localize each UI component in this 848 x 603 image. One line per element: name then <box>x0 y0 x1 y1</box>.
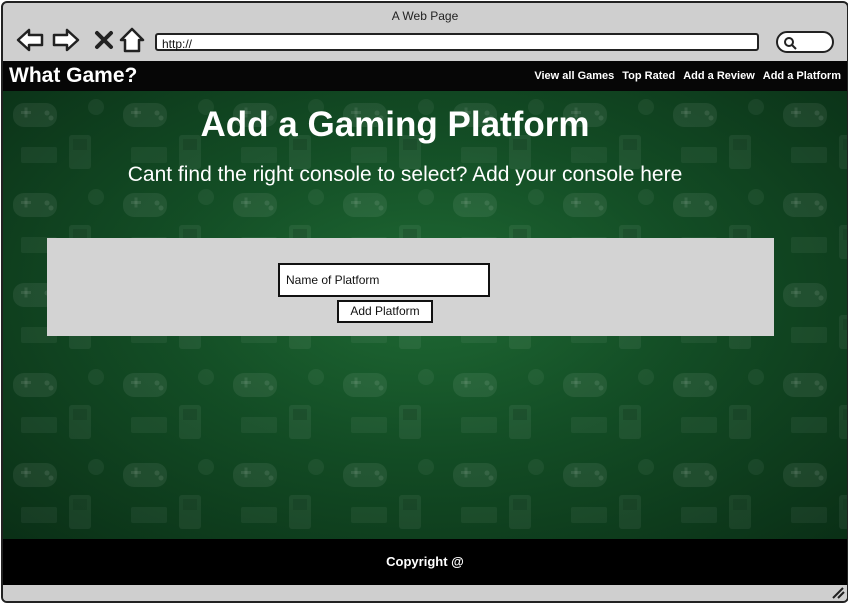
browser-window: A Web Page http:// What Game? View all G… <box>1 1 848 603</box>
copyright-text: Copyright @ <box>386 554 464 569</box>
forward-arrow-icon[interactable] <box>51 25 81 55</box>
resize-grip-icon[interactable] <box>831 587 845 599</box>
close-x-icon[interactable] <box>89 25 119 55</box>
nav-link-view-all-games[interactable]: View all Games <box>534 70 614 82</box>
platform-name-input[interactable]: Name of Platform <box>278 263 490 297</box>
page-subtitle: Cant find the right console to select? A… <box>127 163 683 186</box>
hero-background: Add a Gaming Platform Cant find the righ… <box>3 91 847 539</box>
back-arrow-icon[interactable] <box>15 25 45 55</box>
nav-link-add-platform[interactable]: Add a Platform <box>763 70 841 82</box>
nav-link-top-rated[interactable]: Top Rated <box>622 70 675 82</box>
nav-links: View all Games Top Rated Add a Review Ad… <box>534 61 841 91</box>
add-platform-button[interactable]: Add Platform <box>337 300 433 323</box>
nav-link-add-review[interactable]: Add a Review <box>683 70 755 82</box>
window-bottom-bar <box>3 585 847 601</box>
url-field[interactable]: http:// <box>155 33 759 51</box>
site-footer: Copyright @ <box>3 539 847 585</box>
site-navbar: What Game? View all Games Top Rated Add … <box>3 61 847 91</box>
search-icon <box>784 37 797 50</box>
site-brand[interactable]: What Game? <box>9 61 137 91</box>
search-field[interactable] <box>776 31 834 53</box>
page-title: Add a Gaming Platform <box>200 105 590 144</box>
home-icon[interactable] <box>117 25 147 55</box>
add-platform-form: Name of Platform Add Platform <box>47 238 774 336</box>
